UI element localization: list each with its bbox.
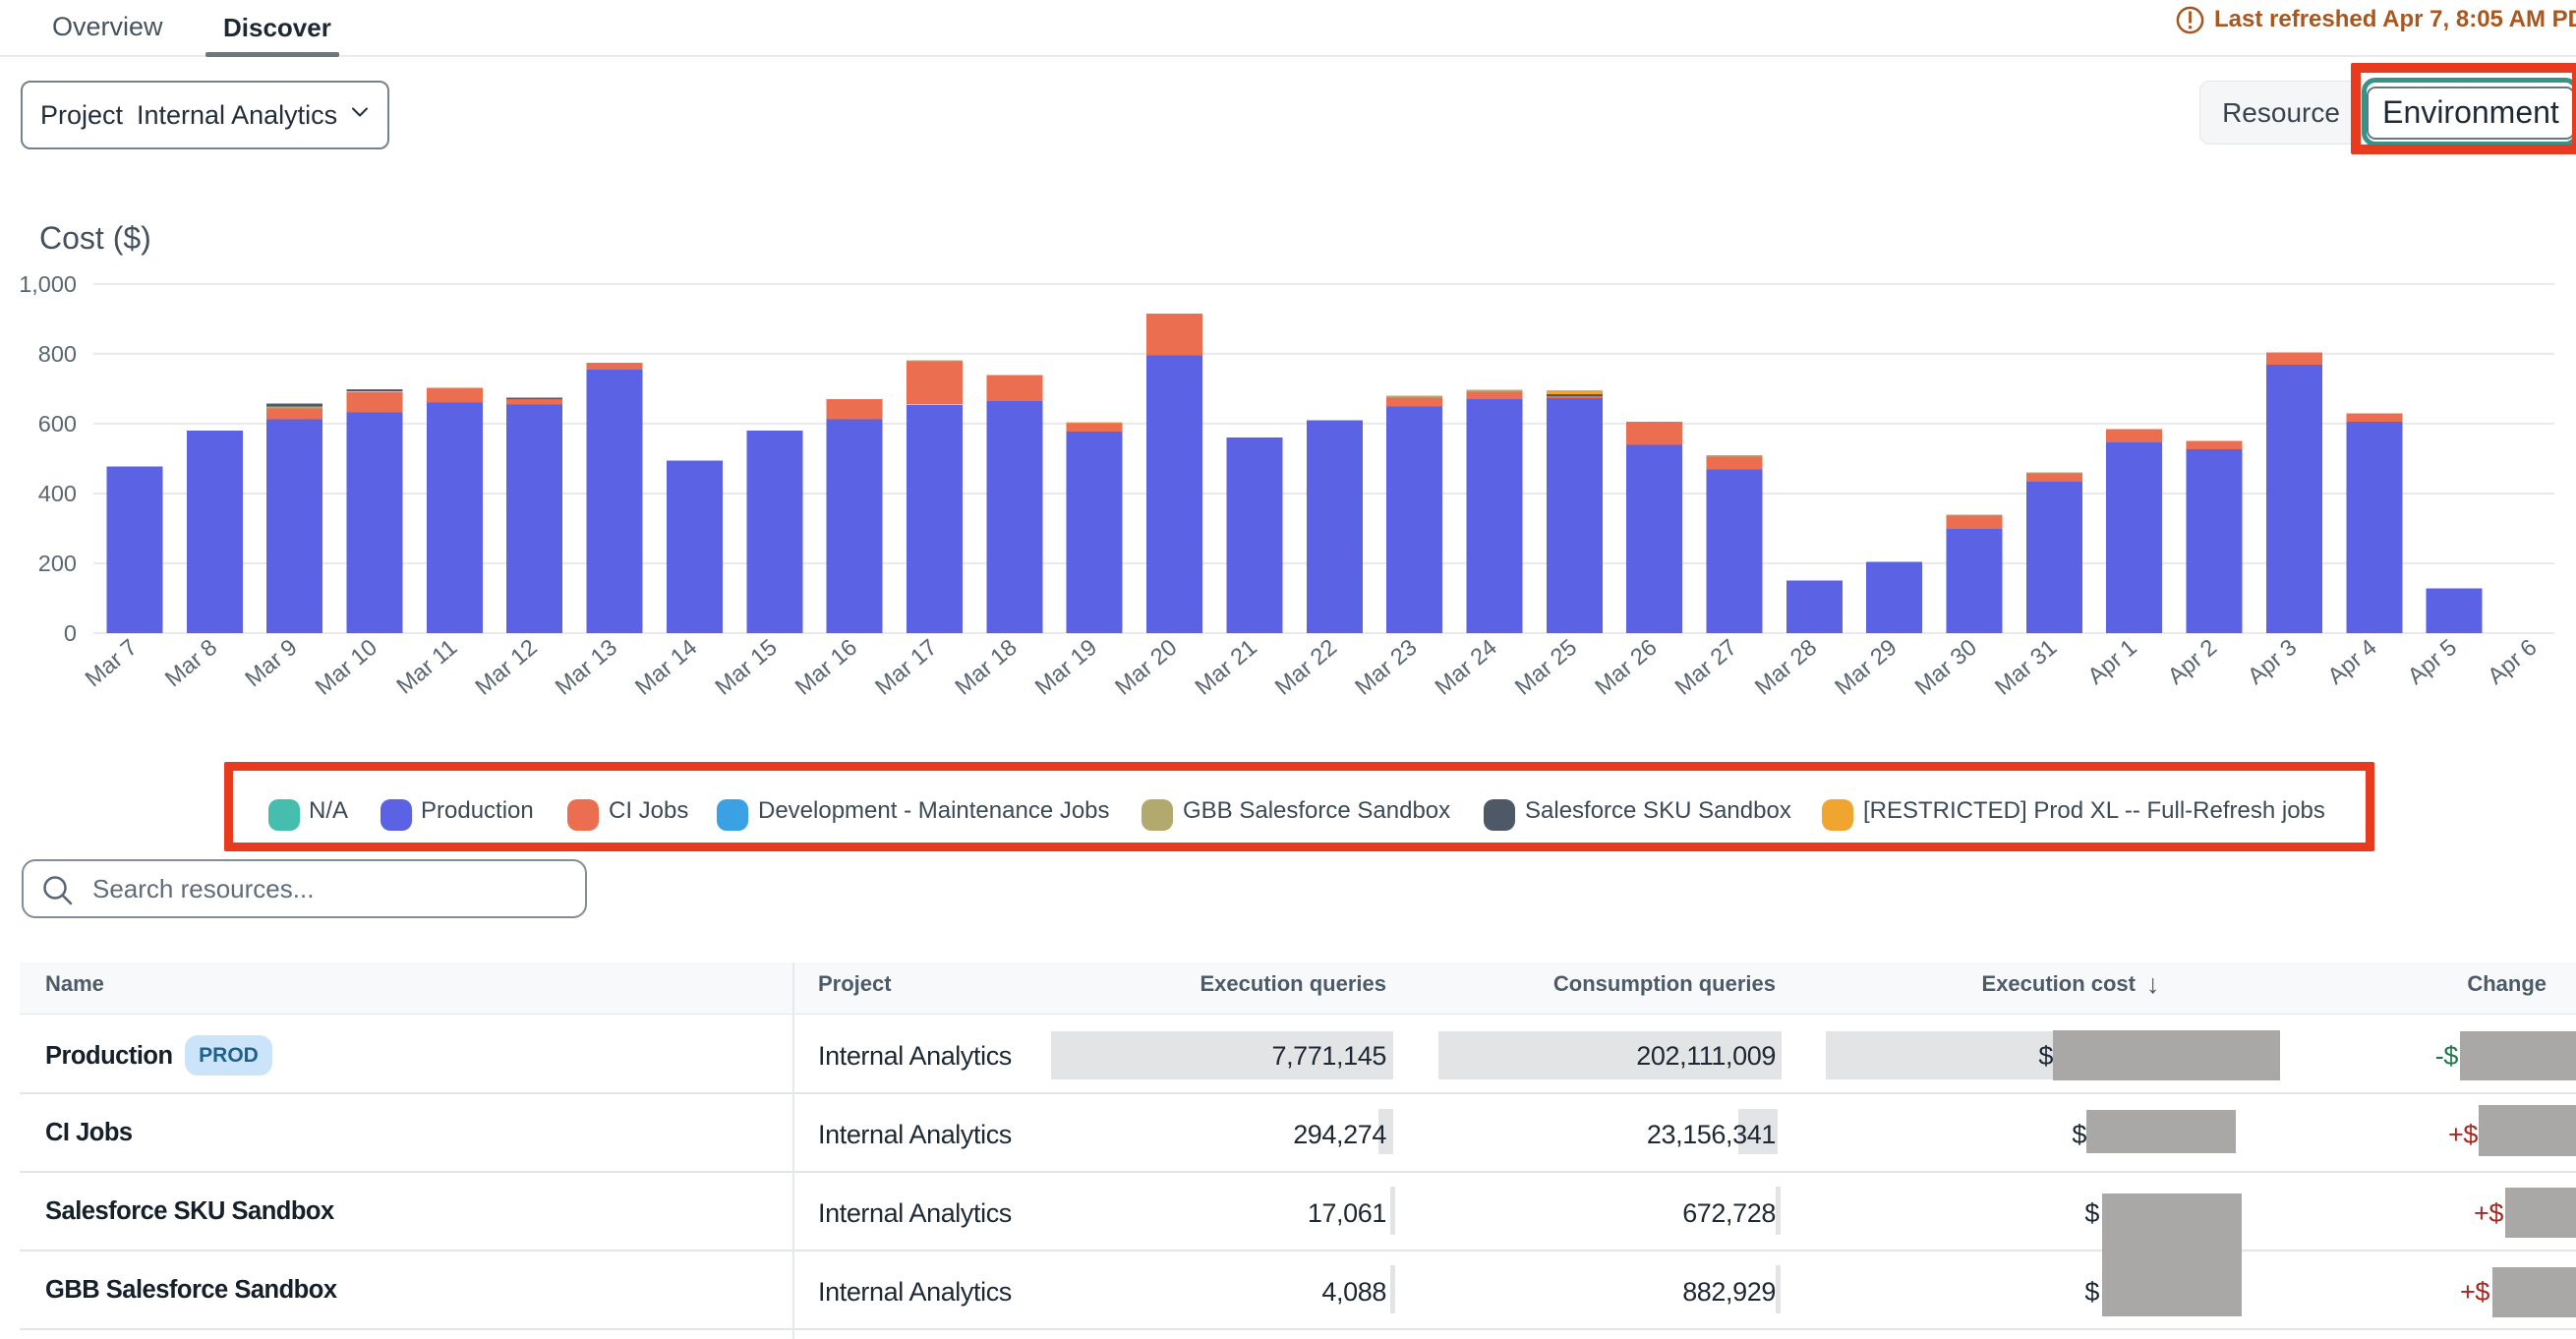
svg-text:Mar 15: Mar 15 xyxy=(710,634,782,700)
svg-text:Mar 21: Mar 21 xyxy=(1190,634,1261,700)
svg-text:Mar 28: Mar 28 xyxy=(1750,634,1822,700)
svg-text:0: 0 xyxy=(64,620,77,646)
svg-text:Mar 19: Mar 19 xyxy=(1030,634,1102,700)
svg-text:Mar 16: Mar 16 xyxy=(790,634,862,700)
svg-text:Mar 9: Mar 9 xyxy=(240,634,302,692)
svg-text:Apr 3: Apr 3 xyxy=(2243,634,2302,689)
svg-text:Apr 6: Apr 6 xyxy=(2483,634,2542,689)
svg-text:Mar 12: Mar 12 xyxy=(470,634,542,700)
svg-text:Mar 22: Mar 22 xyxy=(1270,634,1342,700)
svg-text:Mar 7: Mar 7 xyxy=(80,634,142,692)
svg-text:Mar 10: Mar 10 xyxy=(310,634,381,700)
svg-text:Mar 27: Mar 27 xyxy=(1669,634,1741,700)
svg-text:800: 800 xyxy=(38,341,77,367)
svg-text:400: 400 xyxy=(38,481,77,506)
svg-text:Apr 2: Apr 2 xyxy=(2163,634,2222,689)
svg-text:1,000: 1,000 xyxy=(19,271,77,297)
svg-text:Mar 11: Mar 11 xyxy=(391,634,461,699)
svg-text:Apr 1: Apr 1 xyxy=(2082,634,2141,689)
svg-text:Cost ($): Cost ($) xyxy=(39,220,151,256)
svg-text:200: 200 xyxy=(38,551,77,576)
svg-text:Mar 23: Mar 23 xyxy=(1350,634,1422,700)
svg-text:Mar 20: Mar 20 xyxy=(1110,634,1182,700)
svg-text:Mar 17: Mar 17 xyxy=(870,634,942,700)
svg-text:Mar 30: Mar 30 xyxy=(1909,634,1981,700)
svg-text:Mar 24: Mar 24 xyxy=(1430,634,1501,700)
svg-text:Apr 5: Apr 5 xyxy=(2403,634,2462,689)
svg-text:600: 600 xyxy=(38,411,77,437)
svg-text:Apr 4: Apr 4 xyxy=(2322,634,2381,689)
svg-text:Mar 26: Mar 26 xyxy=(1590,634,1662,700)
svg-text:Mar 14: Mar 14 xyxy=(630,634,702,700)
svg-text:Mar 29: Mar 29 xyxy=(1830,634,1902,700)
svg-text:Mar 18: Mar 18 xyxy=(950,634,1022,700)
svg-text:Mar 13: Mar 13 xyxy=(551,634,622,700)
svg-text:Mar 25: Mar 25 xyxy=(1510,634,1582,700)
svg-text:Mar 8: Mar 8 xyxy=(160,634,222,692)
svg-text:Mar 31: Mar 31 xyxy=(1990,634,2062,700)
